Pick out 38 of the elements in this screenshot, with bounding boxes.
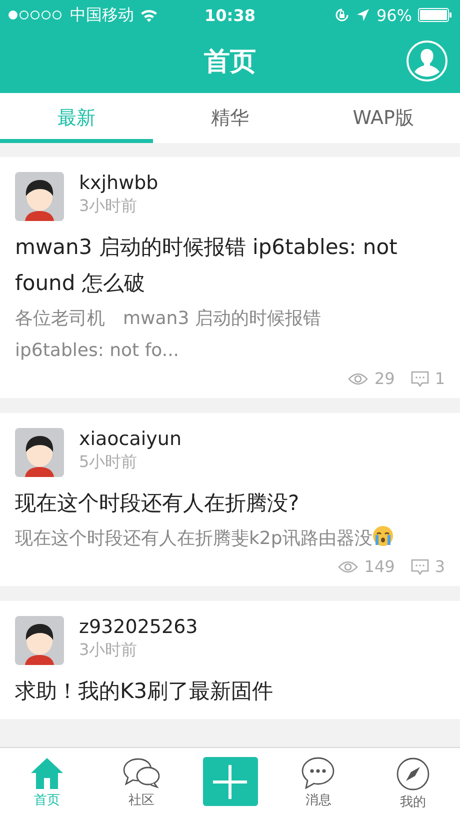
- comment-icon: [410, 370, 429, 386]
- comment-count: 3: [434, 557, 445, 576]
- page-title: 首页: [204, 46, 256, 79]
- post-excerpt: 各位老司机 mwan3 启动的时候报错 ip6tables: not fo...: [15, 308, 321, 361]
- rotation-lock-icon: [334, 7, 350, 23]
- post-title: 现在这个时段还有人在折腾没?: [15, 490, 300, 517]
- username: kxjhwbb: [79, 172, 158, 194]
- eye-icon: [348, 372, 368, 386]
- home-icon: [30, 757, 64, 789]
- post-time: 5小时前: [79, 452, 138, 473]
- view-count: 149: [364, 557, 395, 576]
- location-arrow-icon: [356, 8, 370, 22]
- post-excerpt: 现在这个时段还有人在折腾斐k2p讯路由器没: [15, 528, 372, 549]
- wifi-icon: [140, 8, 158, 22]
- avatar-icon: [15, 172, 64, 221]
- view-count: 29: [374, 369, 395, 388]
- plus-icon: [213, 764, 248, 798]
- carrier-name: 中国移动: [70, 4, 134, 26]
- compass-icon: [396, 757, 430, 791]
- profile-icon[interactable]: [406, 40, 448, 82]
- status-time: 10:38: [204, 6, 256, 24]
- post-title: 求助！我的K3刷了最新固件: [15, 678, 274, 705]
- comment-icon: [410, 558, 429, 574]
- post-time: 3小时前: [79, 196, 138, 217]
- avatar-icon: [15, 616, 64, 665]
- post-title: mwan3 启动的时候报错 ip6tables: not found 怎么破: [15, 234, 398, 297]
- post-time: 3小时前: [79, 640, 138, 661]
- chat-bubbles-icon: [122, 757, 161, 789]
- signal-icon: [8, 10, 64, 20]
- eye-icon: [338, 560, 358, 574]
- username: xiaocaiyun: [79, 428, 182, 450]
- battery-icon: [418, 8, 452, 22]
- add-button[interactable]: [202, 757, 258, 806]
- message-icon: [301, 757, 336, 789]
- battery-percent: 96%: [376, 6, 412, 24]
- comment-count: 1: [434, 369, 445, 388]
- username: z932025263: [79, 616, 198, 638]
- avatar-icon: [15, 428, 64, 477]
